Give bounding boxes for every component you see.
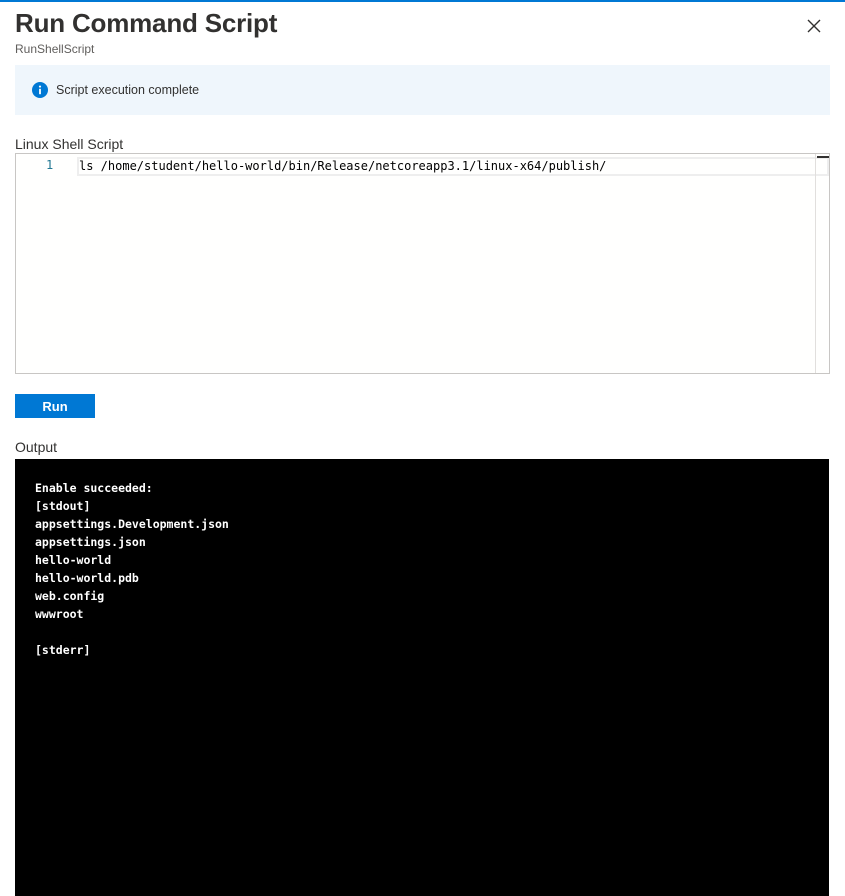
info-banner: Script execution complete [15,65,830,115]
output-line: web.config [35,589,105,603]
output-line: Enable succeeded: [35,481,153,495]
output-line: [stderr] [35,643,91,657]
output-line: hello-world.pdb [35,571,139,585]
scroll-thumb[interactable] [817,156,829,158]
editor-line: 1 ls /home/student/hello-world/bin/Relea… [16,157,829,176]
output-line: [stdout] [35,499,91,513]
page-title: Run Command Script [15,8,278,38]
code-line[interactable]: ls /home/student/hello-world/bin/Release… [79,159,606,173]
info-icon [32,82,48,98]
output-console: Enable succeeded: [stdout] appsettings.D… [15,459,829,896]
info-banner-text: Script execution complete [56,83,200,97]
output-line: hello-world [35,553,112,567]
output-label: Output [15,439,58,455]
line-number: 1 [46,158,54,172]
script-editor[interactable]: 1 ls /home/student/hello-world/bin/Relea… [15,153,830,374]
page-subtitle: RunShellScript [15,42,95,56]
output-line: appsettings.json [35,535,146,549]
close-icon [807,19,821,33]
top-accent-bar [0,0,845,2]
output-line: appsettings.Development.json [35,517,229,531]
editor-scrollbar[interactable] [815,154,829,373]
script-label: Linux Shell Script [15,136,124,152]
output-line: wwwroot [35,607,84,621]
close-button[interactable] [802,14,826,38]
run-button[interactable]: Run [15,394,95,418]
